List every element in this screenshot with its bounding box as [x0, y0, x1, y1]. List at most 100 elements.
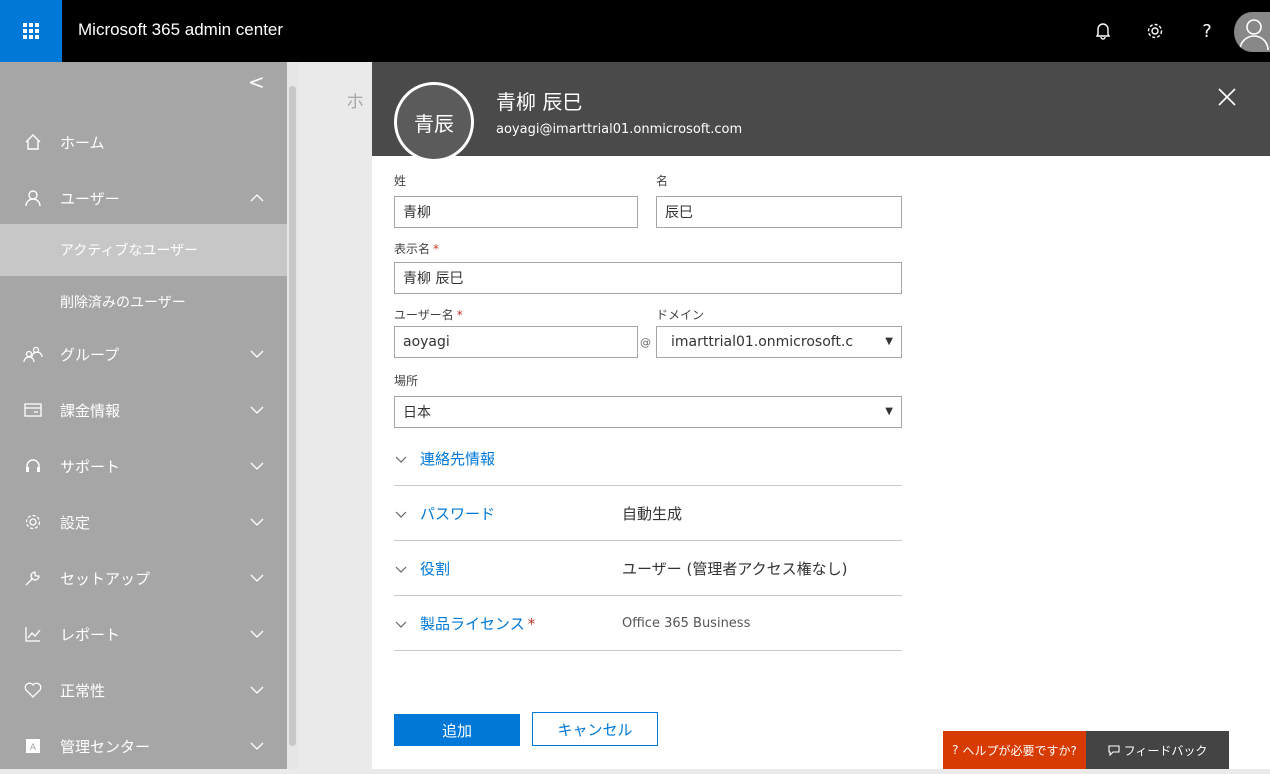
nav-label: サポート: [60, 457, 121, 476]
nav-admin-centers[interactable]: A 管理センター: [0, 718, 287, 774]
location-select[interactable]: 日本 ▼: [394, 396, 902, 428]
nav-label: ユーザー: [60, 189, 120, 208]
chevron-down-icon: [250, 406, 264, 414]
required-mark: *: [433, 242, 440, 256]
display-name-field[interactable]: 青柳 辰巳: [394, 262, 902, 294]
headset-icon: [22, 455, 44, 477]
chevron-down-icon: [250, 742, 264, 750]
chart-icon: [22, 623, 44, 645]
add-button[interactable]: 追加: [394, 714, 520, 746]
app-launcher-button[interactable]: [0, 0, 62, 62]
first-name-label: 名: [656, 174, 669, 188]
nav-label: 課金情報: [60, 401, 121, 420]
chevron-down-icon: [250, 350, 264, 358]
last-name-label: 姓: [394, 174, 407, 188]
chevron-down-icon: [395, 456, 407, 463]
help-label: ヘルプが必要ですか?: [962, 743, 1077, 758]
help-circle-icon: ?: [952, 743, 959, 757]
dropdown-arrow-icon: ▼: [885, 406, 893, 417]
nav-support[interactable]: サポート: [0, 438, 287, 494]
nav-label: グループ: [60, 345, 120, 364]
panel-header: 青柳 辰巳 aoyagi@imarttrial01.onmicrosoft.co…: [372, 62, 1270, 156]
at-symbol: @: [640, 336, 651, 349]
bell-icon[interactable]: [1090, 18, 1116, 44]
section-value: Office 365 Business: [622, 616, 751, 631]
section-value: 自動生成: [622, 505, 683, 523]
chevron-down-icon: [250, 518, 264, 526]
nav-deleted-users[interactable]: 削除済みのユーザー: [0, 276, 287, 328]
chevron-down-icon: [395, 511, 407, 518]
nav-label: 管理センター: [60, 737, 151, 756]
admin-icon: A: [22, 735, 44, 757]
comment-icon: [1108, 744, 1120, 756]
card-icon: [22, 399, 44, 421]
nav-label: ホーム: [60, 133, 105, 152]
top-bar: Microsoft 365 admin center ?: [0, 0, 1270, 62]
first-name-field[interactable]: 辰巳: [656, 196, 902, 228]
group-icon: [22, 343, 44, 365]
sidebar: < ホーム ユーザー アクティブなユーザー 削除済みのユーザー グループ 課金情…: [0, 62, 287, 769]
nav-label: レポート: [60, 625, 121, 644]
chevron-down-icon: [250, 630, 264, 638]
nav-health[interactable]: 正常性: [0, 662, 287, 718]
gear-icon[interactable]: [1142, 18, 1168, 44]
last-name-field[interactable]: 青柳: [394, 196, 638, 228]
display-name-label-text: 表示名: [394, 242, 431, 256]
section-contact-info[interactable]: 連絡先情報: [394, 432, 902, 486]
domain-select[interactable]: imarttrial01.onmicrosoft.c ▼: [656, 326, 902, 358]
account-avatar[interactable]: [1234, 12, 1270, 52]
section-password[interactable]: パスワード 自動生成: [394, 487, 902, 541]
wrench-icon: [22, 567, 44, 589]
cancel-button[interactable]: キャンセル: [532, 712, 658, 746]
page-title: ホ: [346, 92, 364, 113]
nav-label: 設定: [60, 513, 91, 532]
chevron-down-icon: [250, 574, 264, 582]
section-product-licenses[interactable]: 製品ライセンス * Office 365 Business: [394, 597, 902, 651]
chevron-down-icon: [395, 566, 407, 573]
waffle-icon: [23, 23, 39, 39]
feedback-button[interactable]: フィードバック: [1086, 731, 1229, 769]
nav-groups[interactable]: グループ: [0, 326, 287, 382]
section-title: 連絡先情報: [420, 450, 496, 468]
username-label: ユーザー名 *: [394, 306, 463, 323]
nav-active-users[interactable]: アクティブなユーザー: [0, 224, 287, 276]
app-title: Microsoft 365 admin center: [78, 20, 284, 39]
display-name-label: 表示名 *: [394, 240, 439, 257]
chevron-down-icon: [395, 621, 407, 628]
chevron-down-icon: [250, 462, 264, 470]
chevron-down-icon: [250, 686, 264, 694]
nav-setup[interactable]: セットアップ: [0, 550, 287, 606]
nav-reports[interactable]: レポート: [0, 606, 287, 662]
chevron-up-icon: [250, 194, 264, 202]
section-title: 製品ライセンス *: [420, 613, 535, 634]
close-icon[interactable]: [1216, 86, 1238, 108]
username-label-text: ユーザー名: [394, 308, 454, 322]
account-icon: [1239, 19, 1269, 51]
gear-icon: [22, 511, 44, 533]
main-content: [299, 62, 372, 769]
sidebar-scroll-thumb[interactable]: [289, 86, 296, 746]
section-value: ユーザー (管理者アクセス権なし): [622, 560, 848, 578]
nav-home[interactable]: ホーム: [0, 114, 287, 170]
home-icon: [22, 131, 44, 153]
section-roles[interactable]: 役割 ユーザー (管理者アクセス権なし): [394, 542, 902, 596]
required-mark: *: [456, 308, 463, 322]
nav-billing[interactable]: 課金情報: [0, 382, 287, 438]
heart-icon: [22, 679, 44, 701]
nav-users[interactable]: ユーザー: [0, 170, 287, 226]
user-display-name: 青柳 辰巳: [496, 90, 583, 114]
domain-label: ドメイン: [656, 308, 705, 322]
required-mark: *: [527, 615, 536, 633]
help-icon[interactable]: ?: [1194, 18, 1220, 44]
help-button[interactable]: ? ヘルプが必要ですか?: [943, 731, 1086, 769]
user-icon: [22, 187, 44, 209]
dropdown-arrow-icon: ▼: [885, 336, 893, 347]
collapse-sidebar-button[interactable]: <: [248, 70, 265, 94]
nav-settings[interactable]: 設定: [0, 494, 287, 550]
nav-label: 正常性: [60, 681, 106, 700]
username-field[interactable]: aoyagi: [394, 326, 638, 358]
section-title-text: 製品ライセンス: [420, 615, 525, 633]
location-label: 場所: [394, 374, 419, 388]
svg-text:A: A: [30, 743, 37, 753]
feedback-label: フィードバック: [1123, 743, 1208, 758]
